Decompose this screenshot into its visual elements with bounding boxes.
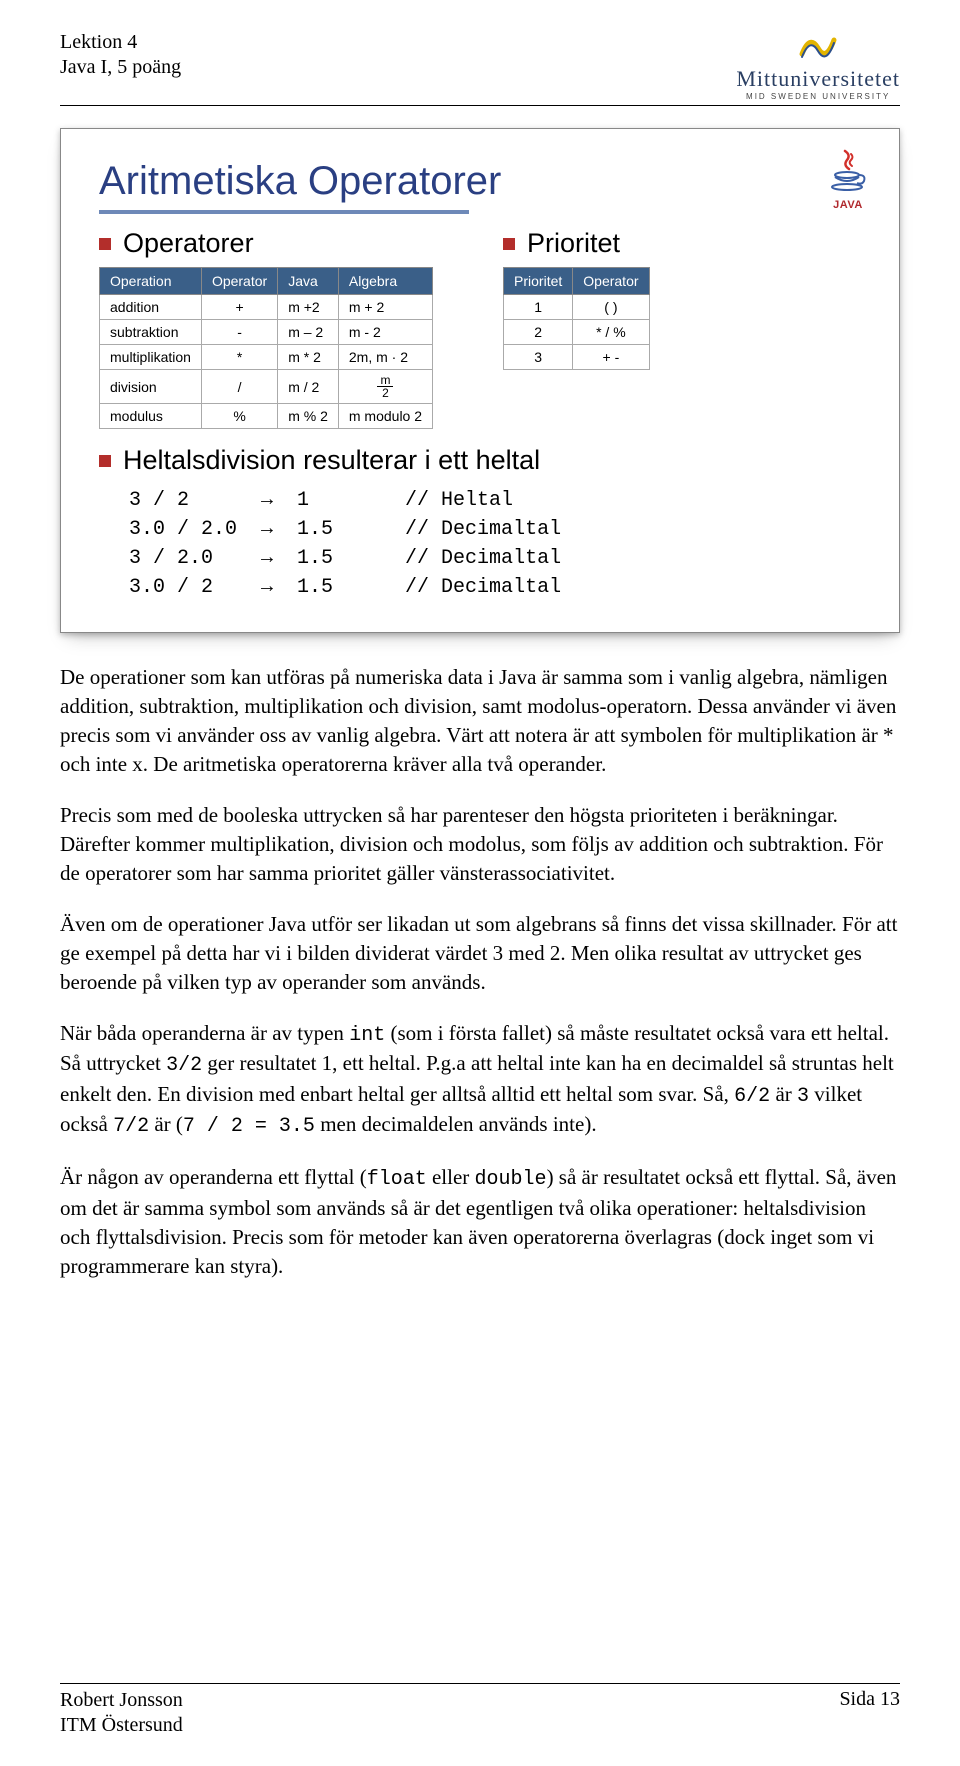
operators-table: Operation Operator Java Algebra addition… [99, 267, 433, 429]
code-float: float [367, 1168, 427, 1191]
th-prio-op: Operator [573, 268, 649, 295]
bullet-icon [99, 455, 111, 467]
slide: JAVA Aritmetiska Operatorer Operatorer O… [60, 128, 900, 633]
page-footer: Robert Jonsson ITM Östersund Sida 13 [60, 1683, 900, 1738]
table-row: division/m / 2m2 [100, 370, 433, 404]
code-3-2: 3/2 [166, 1054, 202, 1077]
university-subtitle: MID SWEDEN UNIVERSITY [736, 92, 900, 101]
body-text: De operationer som kan utföras på numeri… [60, 663, 900, 1281]
th-operation: Operation [100, 268, 202, 295]
para-3: Även om de operationer Java utför ser li… [60, 910, 900, 997]
priority-heading: Prioritet [503, 228, 649, 259]
table-row: modulus%m % 2m modulo 2 [100, 404, 433, 429]
priority-column: Prioritet Prioritet Operator 1( ) 2* / %… [503, 228, 649, 370]
frac-cell: m2 [338, 370, 432, 404]
bullet-icon [503, 238, 515, 250]
para-4: När båda operanderna är av typen int (so… [60, 1019, 900, 1141]
integer-division-heading: Heltalsdivision resulterar i ett heltal [99, 445, 861, 476]
course-name: Java I, 5 poäng [60, 55, 181, 80]
header-left: Lektion 4 Java I, 5 poäng [60, 30, 181, 80]
title-rule [99, 210, 469, 214]
slide-title: Aritmetiska Operatorer [99, 159, 861, 204]
university-logo-icon [796, 30, 840, 64]
bullet-icon [99, 238, 111, 250]
java-cup-icon [825, 147, 871, 193]
java-logo-text: JAVA [825, 199, 871, 211]
table-row: 2* / % [504, 320, 649, 345]
th-operator: Operator [201, 268, 277, 295]
code-6-2: 6/2 [734, 1085, 770, 1108]
code-7-2-35: 7 / 2 = 3.5 [183, 1115, 315, 1138]
footer-page: Sida 13 [839, 1688, 900, 1738]
code-examples: 3 / 2 → 1 // Heltal 3.0 / 2.0 → 1.5 // D… [129, 486, 861, 602]
th-algebra: Algebra [338, 268, 432, 295]
university-name: Mittuniversitetet [736, 66, 900, 92]
operators-column: Operatorer Operation Operator Java Algeb… [99, 228, 433, 429]
code-int: int [349, 1024, 385, 1047]
table-row: subtraktion-m – 2m - 2 [100, 320, 433, 345]
para-2: Precis som med de booleska uttrycken så … [60, 801, 900, 888]
table-row: addition+m +2m + 2 [100, 295, 433, 320]
table-row: 3+ - [504, 345, 649, 370]
footer-dept: ITM Östersund [60, 1713, 183, 1738]
university-logo: Mittuniversitetet MID SWEDEN UNIVERSITY [736, 30, 900, 101]
para-1: De operationer som kan utföras på numeri… [60, 663, 900, 779]
para-5: Är någon av operanderna ett flyttal (flo… [60, 1163, 900, 1281]
page-header: Lektion 4 Java I, 5 poäng Mittuniversite… [60, 30, 900, 106]
table-row: 1( ) [504, 295, 649, 320]
th-java: Java [278, 268, 339, 295]
code-3: 3 [797, 1085, 809, 1108]
code-7-2: 7/2 [113, 1115, 149, 1138]
course-lesson: Lektion 4 [60, 30, 181, 55]
footer-author: Robert Jonsson [60, 1688, 183, 1713]
code-double: double [475, 1168, 547, 1191]
operators-heading: Operatorer [99, 228, 433, 259]
priority-table: Prioritet Operator 1( ) 2* / % 3+ - [503, 267, 649, 370]
java-logo: JAVA [825, 147, 871, 211]
table-row: multiplikation*m * 22m, m · 2 [100, 345, 433, 370]
th-prio: Prioritet [504, 268, 573, 295]
